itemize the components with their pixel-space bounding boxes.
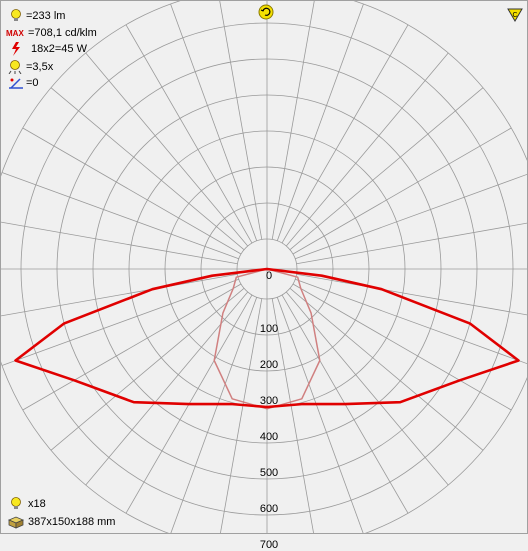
box-icon — [8, 516, 24, 529]
radial-tick-label: 600 — [259, 503, 279, 515]
radial-tick-label: 100 — [259, 323, 279, 335]
lamp-row: 18x2=45 W — [9, 42, 87, 56]
radial-tick-label: 400 — [259, 431, 279, 443]
svg-text:C: C — [512, 12, 517, 19]
flux-value: =233 lm — [26, 10, 66, 22]
count-row: x18 — [8, 497, 46, 511]
photometric-window: C 0 100 200 300 400 500 600 700 =233 lm MAX =70… — [0, 0, 528, 551]
grid-spoke — [271, 1, 315, 240]
max-icon: MAX — [6, 29, 24, 38]
grid-spoke — [220, 298, 263, 533]
bulb-icon — [11, 497, 21, 509]
lightning-icon — [12, 42, 20, 56]
radial-tick-label: 700 — [259, 539, 279, 551]
radial-tick-label: 200 — [259, 359, 279, 371]
grid-spoke — [219, 1, 263, 240]
grid-spoke — [292, 283, 512, 411]
grid-spoke — [271, 298, 314, 533]
max-intensity-row: MAX =708,1 cd/klm — [6, 26, 97, 40]
grid-circle — [1, 1, 527, 533]
angle-value: =0 — [26, 77, 39, 89]
radial-tick-label: 500 — [259, 467, 279, 479]
grid-spoke — [1, 273, 238, 317]
polar-grid — [1, 1, 527, 533]
grid-spoke — [22, 283, 242, 411]
grid-spoke — [1, 221, 238, 265]
dimensions-value: 387x150x188 mm — [28, 516, 116, 528]
bulb-rays-icon — [8, 60, 22, 74]
angle-row: =0 — [8, 76, 39, 90]
polar-diagram: C — [1, 1, 527, 533]
bulb-icon — [11, 9, 21, 21]
grid-spoke — [125, 24, 253, 244]
grid-spoke — [292, 127, 512, 255]
corner-icon[interactable]: C — [507, 8, 523, 22]
angle-icon — [9, 78, 23, 89]
grid-spoke — [22, 127, 242, 255]
grid-spoke — [296, 273, 527, 316]
grid-spoke — [296, 222, 527, 265]
flux-row: =233 lm — [8, 9, 65, 23]
radial-tick-label: 0 — [265, 270, 273, 282]
radial-tick-label: 300 — [259, 395, 279, 407]
max-intensity-value: =708,1 cd/klm — [28, 27, 97, 39]
rotate-icon[interactable] — [258, 4, 274, 20]
dimensions-row: 387x150x188 mm — [8, 515, 115, 529]
count-value: x18 — [28, 498, 46, 510]
svg-text:MAX: MAX — [6, 29, 24, 38]
lamp-value: 18x2=45 W — [31, 43, 87, 55]
factor-value: =3,5x — [26, 61, 54, 73]
grid-spoke — [281, 24, 409, 244]
factor-row: =3,5x — [8, 60, 53, 74]
